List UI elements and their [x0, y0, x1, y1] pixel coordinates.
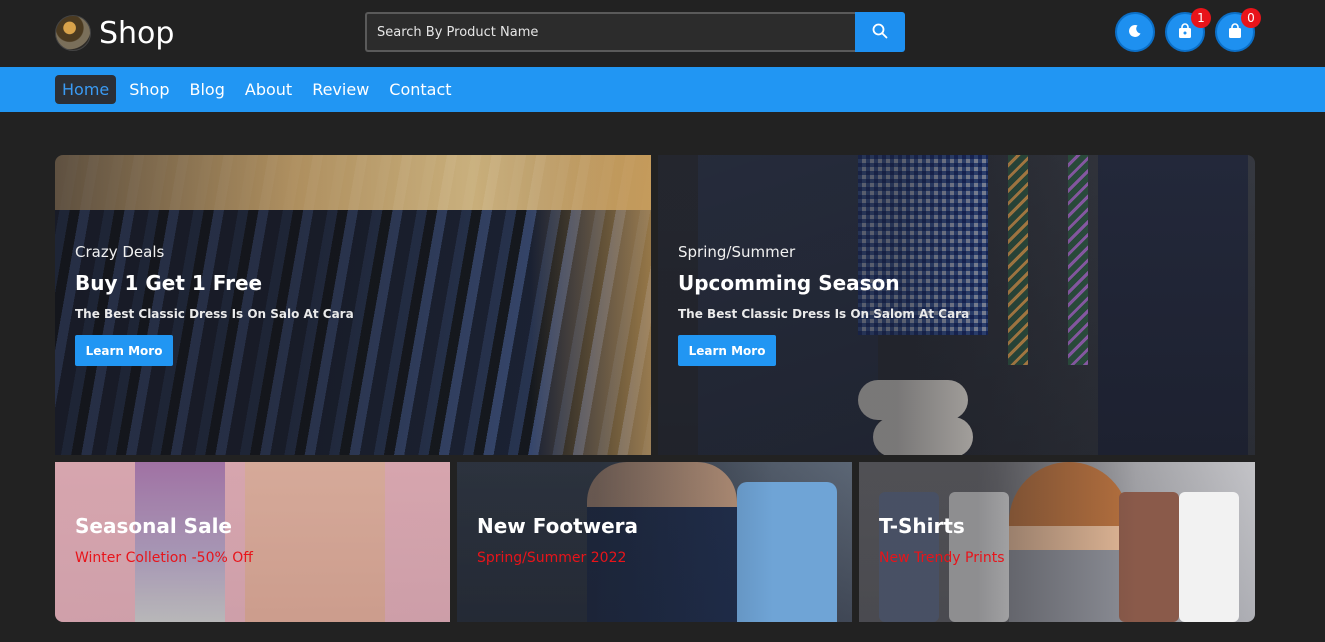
banner-title: T-Shirts — [879, 514, 965, 538]
banner-title: Seasonal Sale — [75, 514, 232, 538]
cart-icon — [1228, 22, 1242, 42]
banner-content: New Footwera Spring/Summer 2022 — [477, 514, 638, 566]
banner-crazy-deals: Crazy Deals Buy 1 Get 1 Free The Best Cl… — [55, 155, 651, 455]
banner-subtitle: Winter Colletion -50% Off — [75, 550, 253, 566]
banner-content: Spring/Summer Upcomming Season The Best … — [678, 243, 969, 366]
nav-item-shop[interactable]: Shop — [122, 75, 176, 104]
cart-count-badge: 0 — [1241, 8, 1261, 28]
nav-item-blog[interactable]: Blog — [183, 75, 232, 104]
top-header: Shop 1 0 — [0, 0, 1325, 67]
learn-more-button[interactable]: Learn Moro — [678, 335, 776, 366]
learn-more-button[interactable]: Learn Moro — [75, 335, 173, 366]
wishlist-count-badge: 1 — [1191, 8, 1211, 28]
dark-mode-toggle[interactable] — [1115, 12, 1155, 52]
logo-text: Shop — [99, 15, 175, 51]
banner-headline: Upcomming Season — [678, 271, 900, 295]
search-icon — [872, 23, 888, 42]
banner-t-shirts[interactable]: T-Shirts New Trendy Prints — [859, 462, 1255, 622]
banner-description: The Best Classic Dress Is On Salom At Ca… — [678, 307, 970, 321]
banner-new-footwear[interactable]: New Footwera Spring/Summer 2022 — [457, 462, 852, 622]
banner-content: Crazy Deals Buy 1 Get 1 Free The Best Cl… — [75, 243, 354, 366]
banner-content: T-Shirts New Trendy Prints — [879, 514, 1005, 566]
nav-list: Home Shop Blog About Review Contact — [55, 75, 465, 104]
banner-headline: Buy 1 Get 1 Free — [75, 271, 263, 295]
moon-icon — [1128, 24, 1142, 41]
logo-avatar — [55, 15, 91, 51]
nav-item-review[interactable]: Review — [305, 75, 376, 104]
search-button[interactable] — [855, 12, 905, 52]
logo[interactable]: Shop — [55, 14, 174, 52]
banner-subtitle: New Trendy Prints — [879, 550, 1005, 566]
banner-eyebrow: Crazy Deals — [75, 243, 165, 261]
banner-content: Seasonal Sale Winter Colletion -50% Off — [75, 514, 253, 566]
nav-item-contact[interactable]: Contact — [382, 75, 458, 104]
search-bar — [365, 12, 905, 52]
banner-subtitle: Spring/Summer 2022 — [477, 550, 627, 566]
banner-eyebrow: Spring/Summer — [678, 243, 796, 261]
banner-description: The Best Classic Dress Is On Salo At Car… — [75, 307, 354, 321]
cart-button[interactable]: 0 — [1215, 8, 1261, 52]
search-input[interactable] — [365, 12, 855, 52]
bag-icon — [1178, 22, 1192, 42]
nav-item-home[interactable]: Home — [55, 75, 117, 104]
banner-upcoming-season: Spring/Summer Upcomming Season The Best … — [658, 155, 1255, 455]
wishlist-button[interactable]: 1 — [1165, 8, 1211, 52]
main-nav: Home Shop Blog About Review Contact — [0, 67, 1325, 112]
banner-seasonal-sale[interactable]: Seasonal Sale Winter Colletion -50% Off — [55, 462, 450, 622]
nav-item-about[interactable]: About — [238, 75, 299, 104]
banner-title: New Footwera — [477, 514, 639, 538]
